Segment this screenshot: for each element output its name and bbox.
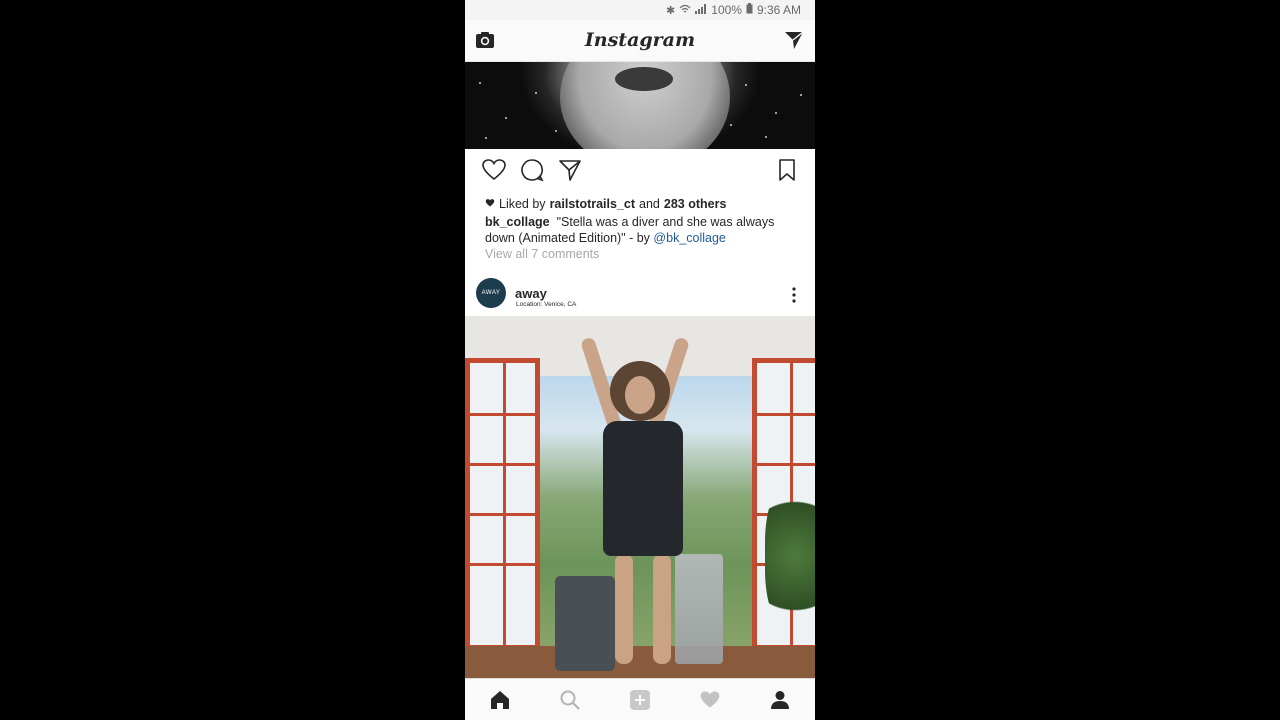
door-pane xyxy=(757,463,815,466)
clock: 9:36 AM xyxy=(756,3,801,17)
star xyxy=(479,82,481,84)
comment-icon[interactable] xyxy=(519,157,545,183)
star xyxy=(745,84,747,86)
avatar[interactable]: AWAY xyxy=(476,278,506,308)
star xyxy=(730,124,732,126)
small-heart-icon xyxy=(485,196,495,212)
star xyxy=(555,130,557,132)
star xyxy=(505,117,507,119)
wifi-icon xyxy=(679,4,691,17)
bookmark-icon[interactable] xyxy=(774,157,800,183)
star xyxy=(535,92,537,94)
plant xyxy=(765,486,815,626)
person-leg xyxy=(653,554,671,664)
post1-image[interactable] xyxy=(465,62,815,149)
status-icons: ✱ xyxy=(666,3,707,17)
liked-by-user[interactable]: railstotrails_ct xyxy=(550,196,635,212)
door-pane xyxy=(757,413,815,416)
post1-actions xyxy=(465,150,815,190)
star xyxy=(485,137,487,139)
profile-icon[interactable] xyxy=(769,689,791,711)
likes-line: Liked by railstotrails_ct and 283 others xyxy=(485,196,795,212)
home-icon[interactable] xyxy=(489,689,511,711)
direct-message-icon[interactable] xyxy=(783,29,805,51)
floor xyxy=(465,646,815,678)
bottom-nav xyxy=(465,678,815,720)
post2-location[interactable]: Location: Venice, CA xyxy=(516,301,576,308)
app-title: Instagram xyxy=(584,29,696,51)
chair xyxy=(675,554,723,664)
post1-caption-block: Liked by railstotrails_ct and 283 others… xyxy=(485,196,795,262)
likes-prefix: Liked by xyxy=(499,197,546,211)
bluetooth-icon: ✱ xyxy=(666,4,676,17)
post2-image[interactable] xyxy=(465,316,815,678)
person-face xyxy=(625,376,655,414)
star xyxy=(800,94,802,96)
caption-mention[interactable]: @bk_collage xyxy=(653,231,725,245)
share-icon[interactable] xyxy=(557,157,583,183)
likes-others[interactable]: 283 others xyxy=(664,196,727,212)
activity-heart-icon[interactable] xyxy=(699,689,721,711)
phone-screen: ✱ 100% 9:36 AM Instagram Liked by railst… xyxy=(465,0,815,720)
status-bar: ✱ 100% 9:36 AM xyxy=(465,0,815,20)
portrait-lips xyxy=(615,67,673,91)
caption-text-line: bk_collage "Stella was a diver and she w… xyxy=(485,214,795,246)
suitcase xyxy=(555,576,615,671)
left-door xyxy=(465,358,540,650)
view-all-comments-link[interactable]: View all 7 comments xyxy=(485,246,795,262)
app-header: Instagram xyxy=(465,20,815,62)
search-icon[interactable] xyxy=(559,689,581,711)
post2-header: AWAY away Location: Venice, CA xyxy=(465,274,815,316)
caption-username[interactable]: bk_collage xyxy=(485,215,550,229)
battery-percent: 100% xyxy=(711,3,742,17)
person-dress xyxy=(603,421,683,556)
more-options-icon[interactable] xyxy=(791,286,797,304)
signal-icon xyxy=(695,3,707,17)
post2-username[interactable]: away xyxy=(515,286,547,301)
star xyxy=(775,112,777,114)
add-post-icon[interactable] xyxy=(629,689,651,711)
heart-icon[interactable] xyxy=(481,157,507,183)
star xyxy=(765,136,767,138)
door-mullion xyxy=(503,363,506,645)
person-leg xyxy=(615,554,633,664)
likes-joiner: and xyxy=(639,197,660,211)
battery-icon xyxy=(746,3,753,17)
